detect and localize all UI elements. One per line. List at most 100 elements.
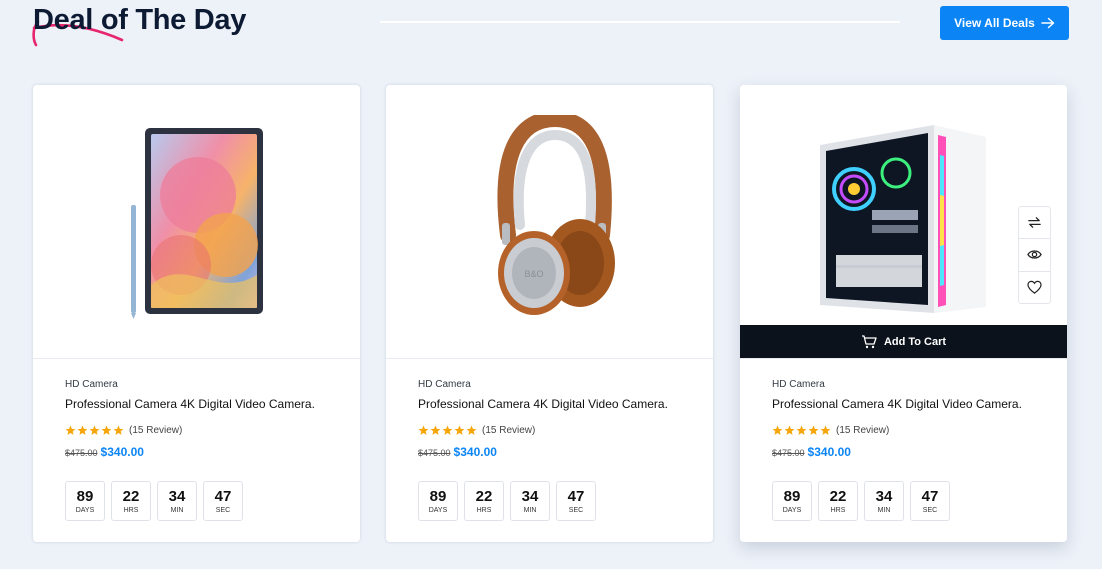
new-price: $340.00 xyxy=(453,445,497,459)
timer-value: 34 xyxy=(168,488,186,505)
star-icon xyxy=(65,425,76,435)
product-price: $475.00 $340.00 xyxy=(418,445,697,459)
timer-value: 47 xyxy=(214,488,232,505)
star-rating xyxy=(65,425,124,436)
product-action-buttons xyxy=(1018,206,1051,304)
countdown-timer: 89 DAYS 22 HRS 34 MIN 47 SEC xyxy=(65,481,344,521)
star-icon xyxy=(772,425,783,435)
old-price: $475.00 xyxy=(65,448,98,458)
svg-text:B&O: B&O xyxy=(524,269,543,279)
countdown-timer: 89 DAYS 22 HRS 34 MIN 47 SEC xyxy=(418,481,697,521)
view-all-deals-label: View All Deals xyxy=(954,16,1035,30)
product-name[interactable]: Professional Camera 4K Digital Video Cam… xyxy=(772,397,1051,411)
new-price: $340.00 xyxy=(807,445,851,459)
star-icon xyxy=(418,425,429,435)
timer-value: 89 xyxy=(429,488,447,505)
product-image-tablet[interactable] xyxy=(126,125,276,325)
timer-label: DAYS xyxy=(782,507,802,514)
product-price: $475.00 $340.00 xyxy=(772,445,1051,459)
timer-hours: 22 HRS xyxy=(464,481,504,521)
header-divider xyxy=(380,21,900,23)
compare-icon xyxy=(1028,217,1041,228)
compare-button[interactable] xyxy=(1019,207,1050,240)
star-icon xyxy=(454,425,465,435)
product-image-area[interactable] xyxy=(33,85,360,359)
timer-value: 22 xyxy=(475,488,493,505)
timer-label: DAYS xyxy=(75,507,95,514)
timer-label: SEC xyxy=(922,507,938,514)
product-card[interactable]: B&O HD Camera Professional Camera 4K Dig… xyxy=(386,85,713,542)
product-name[interactable]: Professional Camera 4K Digital Video Cam… xyxy=(418,397,697,411)
product-category[interactable]: HD Camera xyxy=(772,379,1051,390)
timer-value: 34 xyxy=(875,488,893,505)
star-icon xyxy=(820,425,831,435)
product-info: HD Camera Professional Camera 4K Digital… xyxy=(772,379,1051,521)
timer-value: 89 xyxy=(76,488,94,505)
timer-value: 47 xyxy=(921,488,939,505)
review-count: (15 Review) xyxy=(482,425,536,436)
star-rating xyxy=(772,425,831,436)
product-image-area[interactable]: Add To Cart xyxy=(740,85,1067,359)
timer-value: 34 xyxy=(521,488,539,505)
new-price: $340.00 xyxy=(100,445,144,459)
timer-label: MIN xyxy=(523,507,537,514)
timer-hours: 22 HRS xyxy=(111,481,151,521)
product-category[interactable]: HD Camera xyxy=(418,379,697,390)
timer-label: MIN xyxy=(877,507,891,514)
timer-seconds: 47 SEC xyxy=(910,481,950,521)
review-count: (15 Review) xyxy=(836,425,890,436)
product-category[interactable]: HD Camera xyxy=(65,379,344,390)
timer-label: HRS xyxy=(123,507,139,514)
old-price: $475.00 xyxy=(418,448,451,458)
star-icon xyxy=(101,425,112,435)
review-count: (15 Review) xyxy=(129,425,183,436)
view-all-deals-button[interactable]: View All Deals xyxy=(940,6,1069,40)
product-rating: (15 Review) xyxy=(65,425,344,436)
timer-hours: 22 HRS xyxy=(818,481,858,521)
product-rating: (15 Review) xyxy=(772,425,1051,436)
product-image-area[interactable]: B&O xyxy=(386,85,713,359)
star-icon xyxy=(784,425,795,435)
product-image-headphones[interactable]: B&O xyxy=(480,115,620,325)
timer-seconds: 47 SEC xyxy=(556,481,596,521)
star-icon xyxy=(77,425,88,435)
timer-minutes: 34 MIN xyxy=(157,481,197,521)
timer-days: 89 DAYS xyxy=(65,481,105,521)
star-icon xyxy=(466,425,477,435)
timer-label: SEC xyxy=(215,507,231,514)
old-price: $475.00 xyxy=(772,448,805,458)
wishlist-button[interactable] xyxy=(1019,272,1050,303)
timer-days: 89 DAYS xyxy=(418,481,458,521)
timer-value: 22 xyxy=(829,488,847,505)
add-to-cart-label: Add To Cart xyxy=(883,335,947,348)
star-icon xyxy=(808,425,819,435)
heart-icon xyxy=(1027,280,1042,294)
product-card[interactable]: Add To Cart HD Camera Professional Camer… xyxy=(740,85,1067,542)
product-price: $475.00 $340.00 xyxy=(65,445,344,459)
timer-value: 22 xyxy=(122,488,140,505)
product-rating: (15 Review) xyxy=(418,425,697,436)
timer-seconds: 47 SEC xyxy=(203,481,243,521)
arrow-right-icon xyxy=(1041,17,1055,29)
product-image-pc-case[interactable] xyxy=(816,115,991,320)
star-icon xyxy=(430,425,441,435)
timer-minutes: 34 MIN xyxy=(864,481,904,521)
star-rating xyxy=(418,425,477,436)
star-icon xyxy=(89,425,100,435)
timer-minutes: 34 MIN xyxy=(510,481,550,521)
product-name[interactable]: Professional Camera 4K Digital Video Cam… xyxy=(65,397,344,411)
timer-days: 89 DAYS xyxy=(772,481,812,521)
timer-label: DAYS xyxy=(428,507,448,514)
timer-label: MIN xyxy=(170,507,184,514)
page-title: Deal of The Day xyxy=(33,4,247,36)
product-info: HD Camera Professional Camera 4K Digital… xyxy=(418,379,697,521)
quick-view-button[interactable] xyxy=(1019,239,1050,272)
section-header: Deal of The Day View All Deals xyxy=(0,0,1102,60)
timer-value: 89 xyxy=(783,488,801,505)
add-to-cart-button[interactable]: Add To Cart xyxy=(740,325,1067,358)
product-info: HD Camera Professional Camera 4K Digital… xyxy=(65,379,344,521)
product-card[interactable]: HD Camera Professional Camera 4K Digital… xyxy=(33,85,360,542)
timer-label: SEC xyxy=(568,507,584,514)
timer-label: HRS xyxy=(830,507,846,514)
timer-label: HRS xyxy=(476,507,492,514)
